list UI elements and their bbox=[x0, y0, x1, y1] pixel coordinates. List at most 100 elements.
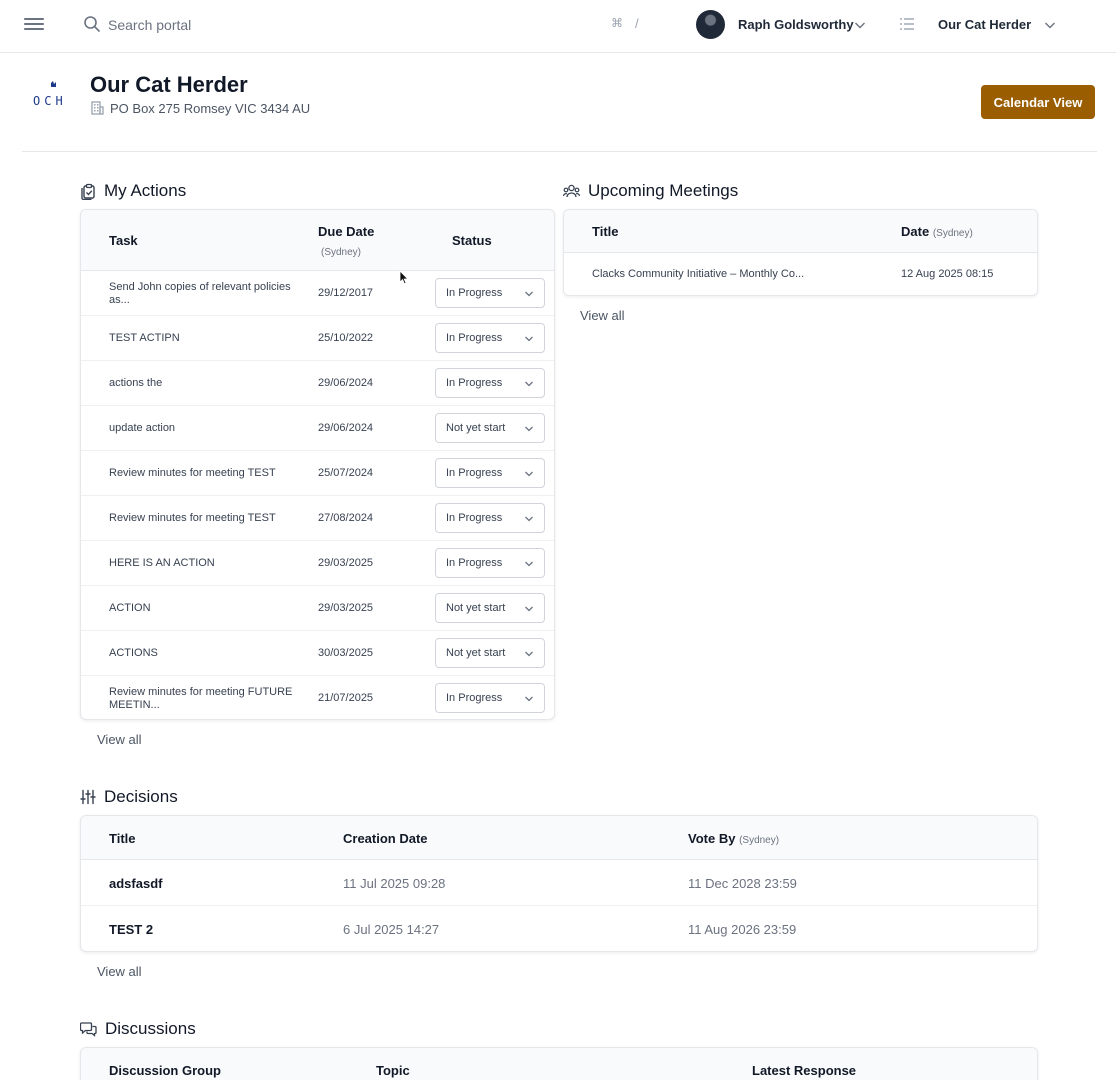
actions-view-all-link[interactable]: View all bbox=[97, 732, 142, 747]
status-value: In Progress bbox=[446, 332, 503, 344]
status-value: In Progress bbox=[446, 377, 503, 389]
building-icon bbox=[91, 101, 104, 115]
table-row: Send John copies of relevant policies as… bbox=[81, 271, 554, 316]
task-cell[interactable]: TEST ACTIPN bbox=[109, 316, 304, 361]
upcoming-meetings-title: Upcoming Meetings bbox=[588, 181, 739, 200]
status-dropdown[interactable]: In Progress bbox=[435, 683, 545, 713]
org-switcher[interactable]: Our Cat Herder bbox=[930, 10, 1070, 40]
table-header: Discussion Group Topic Latest Response bbox=[81, 1048, 1037, 1080]
discussions-table: Discussion Group Topic Latest Response bbox=[80, 1047, 1038, 1080]
decision-title-cell[interactable]: TEST 2 bbox=[109, 922, 153, 937]
sliders-icon bbox=[80, 789, 96, 805]
status-dropdown[interactable]: Not yet start bbox=[435, 413, 545, 443]
chevron-down-icon bbox=[525, 291, 533, 297]
org-title: Our Cat Herder bbox=[90, 72, 248, 97]
col-task: Task bbox=[109, 233, 138, 248]
chevron-down-icon bbox=[525, 426, 533, 432]
chevron-down-icon bbox=[525, 606, 533, 612]
search-icon bbox=[84, 16, 100, 32]
chevron-down-icon bbox=[525, 651, 533, 657]
decisions-body: adsfasdf 11 Jul 2025 09:28 11 Dec 2028 23:… bbox=[81, 860, 1037, 951]
status-value: In Progress bbox=[446, 692, 503, 704]
col-status: Status bbox=[452, 233, 492, 248]
decisions-view-all-link[interactable]: View all bbox=[97, 964, 142, 979]
decisions-heading: Decisions bbox=[80, 787, 178, 807]
table-row: Review minutes for meeting FUTURE MEETIN… bbox=[81, 676, 554, 719]
task-cell[interactable]: Review minutes for meeting TEST bbox=[109, 496, 304, 541]
decision-title-cell[interactable]: adsfasdf bbox=[109, 876, 162, 891]
table-row[interactable]: Clacks Community Initiative – Monthly Co… bbox=[564, 253, 1037, 295]
org-address: PO Box 275 Romsey VIC 3434 AU bbox=[90, 101, 310, 116]
due-date-cell: 25/10/2022 bbox=[318, 332, 374, 344]
status-dropdown[interactable]: In Progress bbox=[435, 278, 545, 308]
status-value: Not yet start bbox=[446, 647, 506, 659]
status-dropdown[interactable]: In Progress bbox=[435, 323, 545, 353]
user-name: Raph Goldsworthy bbox=[738, 17, 854, 32]
meeting-title-cell[interactable]: Clacks Community Initiative – Monthly Co… bbox=[592, 268, 804, 280]
shortcut-key: ⌘ bbox=[611, 16, 623, 30]
users-icon bbox=[563, 184, 580, 197]
table-row: HERE IS AN ACTION 29/03/2025 In Progress bbox=[81, 541, 554, 586]
status-dropdown[interactable]: In Progress bbox=[435, 503, 545, 533]
status-value: In Progress bbox=[446, 512, 503, 524]
table-row: Review minutes for meeting TEST 27/08/202… bbox=[81, 496, 554, 541]
vote-by-cell: 11 Aug 2026 23:59 bbox=[688, 922, 797, 937]
due-date-cell: 29/12/2017 bbox=[318, 287, 374, 299]
chevron-down-icon bbox=[855, 22, 865, 29]
col-date-tz: (Sydney) bbox=[932, 228, 973, 239]
discussions-heading: Discussions bbox=[80, 1019, 196, 1039]
avatar bbox=[696, 10, 725, 39]
table-row: ACTIONS 30/03/2025 Not yet start bbox=[81, 631, 554, 676]
actions-body: Send John copies of relevant policies as… bbox=[81, 271, 554, 719]
list-icon bbox=[900, 18, 914, 30]
org-address-text: PO Box 275 Romsey VIC 3434 AU bbox=[110, 101, 311, 116]
task-cell[interactable]: Send John copies of relevant policies as… bbox=[109, 271, 304, 316]
task-cell[interactable]: Review minutes for meeting TEST bbox=[109, 451, 304, 496]
task-cell[interactable]: ACTIONS bbox=[109, 631, 304, 676]
table-header: Title Date (Sydney) bbox=[564, 210, 1037, 253]
col-topic: Topic bbox=[376, 1063, 410, 1078]
col-due-tz: (Sydney) bbox=[321, 247, 362, 258]
task-cell[interactable]: update action bbox=[109, 406, 304, 451]
col-creation-date: Creation Date bbox=[343, 831, 428, 846]
task-cell[interactable]: actions the bbox=[109, 361, 304, 406]
status-dropdown[interactable]: Not yet start bbox=[435, 593, 545, 623]
meetings-body: Clacks Community Initiative – Monthly Co… bbox=[564, 253, 1037, 295]
vote-by-cell: 11 Dec 2028 23:59 bbox=[688, 876, 797, 891]
meetings-table: Title Date (Sydney) Clacks Community Ini… bbox=[563, 209, 1038, 296]
top-bar: ⌘ / Raph Goldsworthy Our Cat Herder bbox=[0, 0, 1116, 53]
col-latest-response: Latest Response bbox=[752, 1063, 857, 1078]
calendar-view-button[interactable]: Calendar View bbox=[981, 85, 1095, 119]
due-date-cell: 29/03/2025 bbox=[318, 602, 374, 614]
chevron-down-icon bbox=[1045, 22, 1055, 29]
status-dropdown[interactable]: In Progress bbox=[435, 548, 545, 578]
decisions-table: Title Creation Date Vote By (Sydney) ads… bbox=[80, 815, 1038, 952]
chevron-down-icon bbox=[525, 561, 533, 567]
col-due-date: Due Date bbox=[318, 224, 375, 239]
col-vote-by: Vote By bbox=[688, 831, 736, 846]
user-menu[interactable]: Raph Goldsworthy bbox=[696, 10, 871, 40]
search-input[interactable] bbox=[108, 12, 588, 38]
divider bbox=[22, 151, 1097, 152]
chevron-down-icon bbox=[525, 336, 533, 342]
table-row[interactable]: TEST 2 6 Jul 2025 14:27 11 Aug 2026 23:59 bbox=[81, 906, 1037, 951]
due-date-cell: 21/07/2025 bbox=[318, 692, 374, 704]
task-cell[interactable]: ACTION bbox=[109, 586, 304, 631]
table-row[interactable]: adsfasdf 11 Jul 2025 09:28 11 Dec 2028 23:… bbox=[81, 860, 1037, 906]
col-vote-tz: (Sydney) bbox=[739, 835, 780, 846]
task-cell[interactable]: HERE IS AN ACTION bbox=[109, 541, 304, 586]
my-actions-title: My Actions bbox=[104, 181, 187, 200]
due-date-cell: 29/06/2024 bbox=[318, 422, 374, 434]
task-cell[interactable]: Review minutes for meeting FUTURE MEETIN… bbox=[109, 676, 304, 719]
status-dropdown[interactable]: In Progress bbox=[435, 458, 545, 488]
due-date-cell: 29/03/2025 bbox=[318, 557, 374, 569]
upcoming-meetings-heading: Upcoming Meetings bbox=[563, 181, 738, 201]
clipboard-check-icon bbox=[81, 183, 95, 200]
status-dropdown[interactable]: Not yet start bbox=[435, 638, 545, 668]
meetings-view-all-link[interactable]: View all bbox=[580, 308, 625, 323]
table-row: Review minutes for meeting TEST 25/07/202… bbox=[81, 451, 554, 496]
chevron-down-icon bbox=[525, 471, 533, 477]
due-date-cell: 27/08/2024 bbox=[318, 512, 374, 524]
status-dropdown[interactable]: In Progress bbox=[435, 368, 545, 398]
hamburger-menu-icon[interactable] bbox=[24, 15, 44, 33]
